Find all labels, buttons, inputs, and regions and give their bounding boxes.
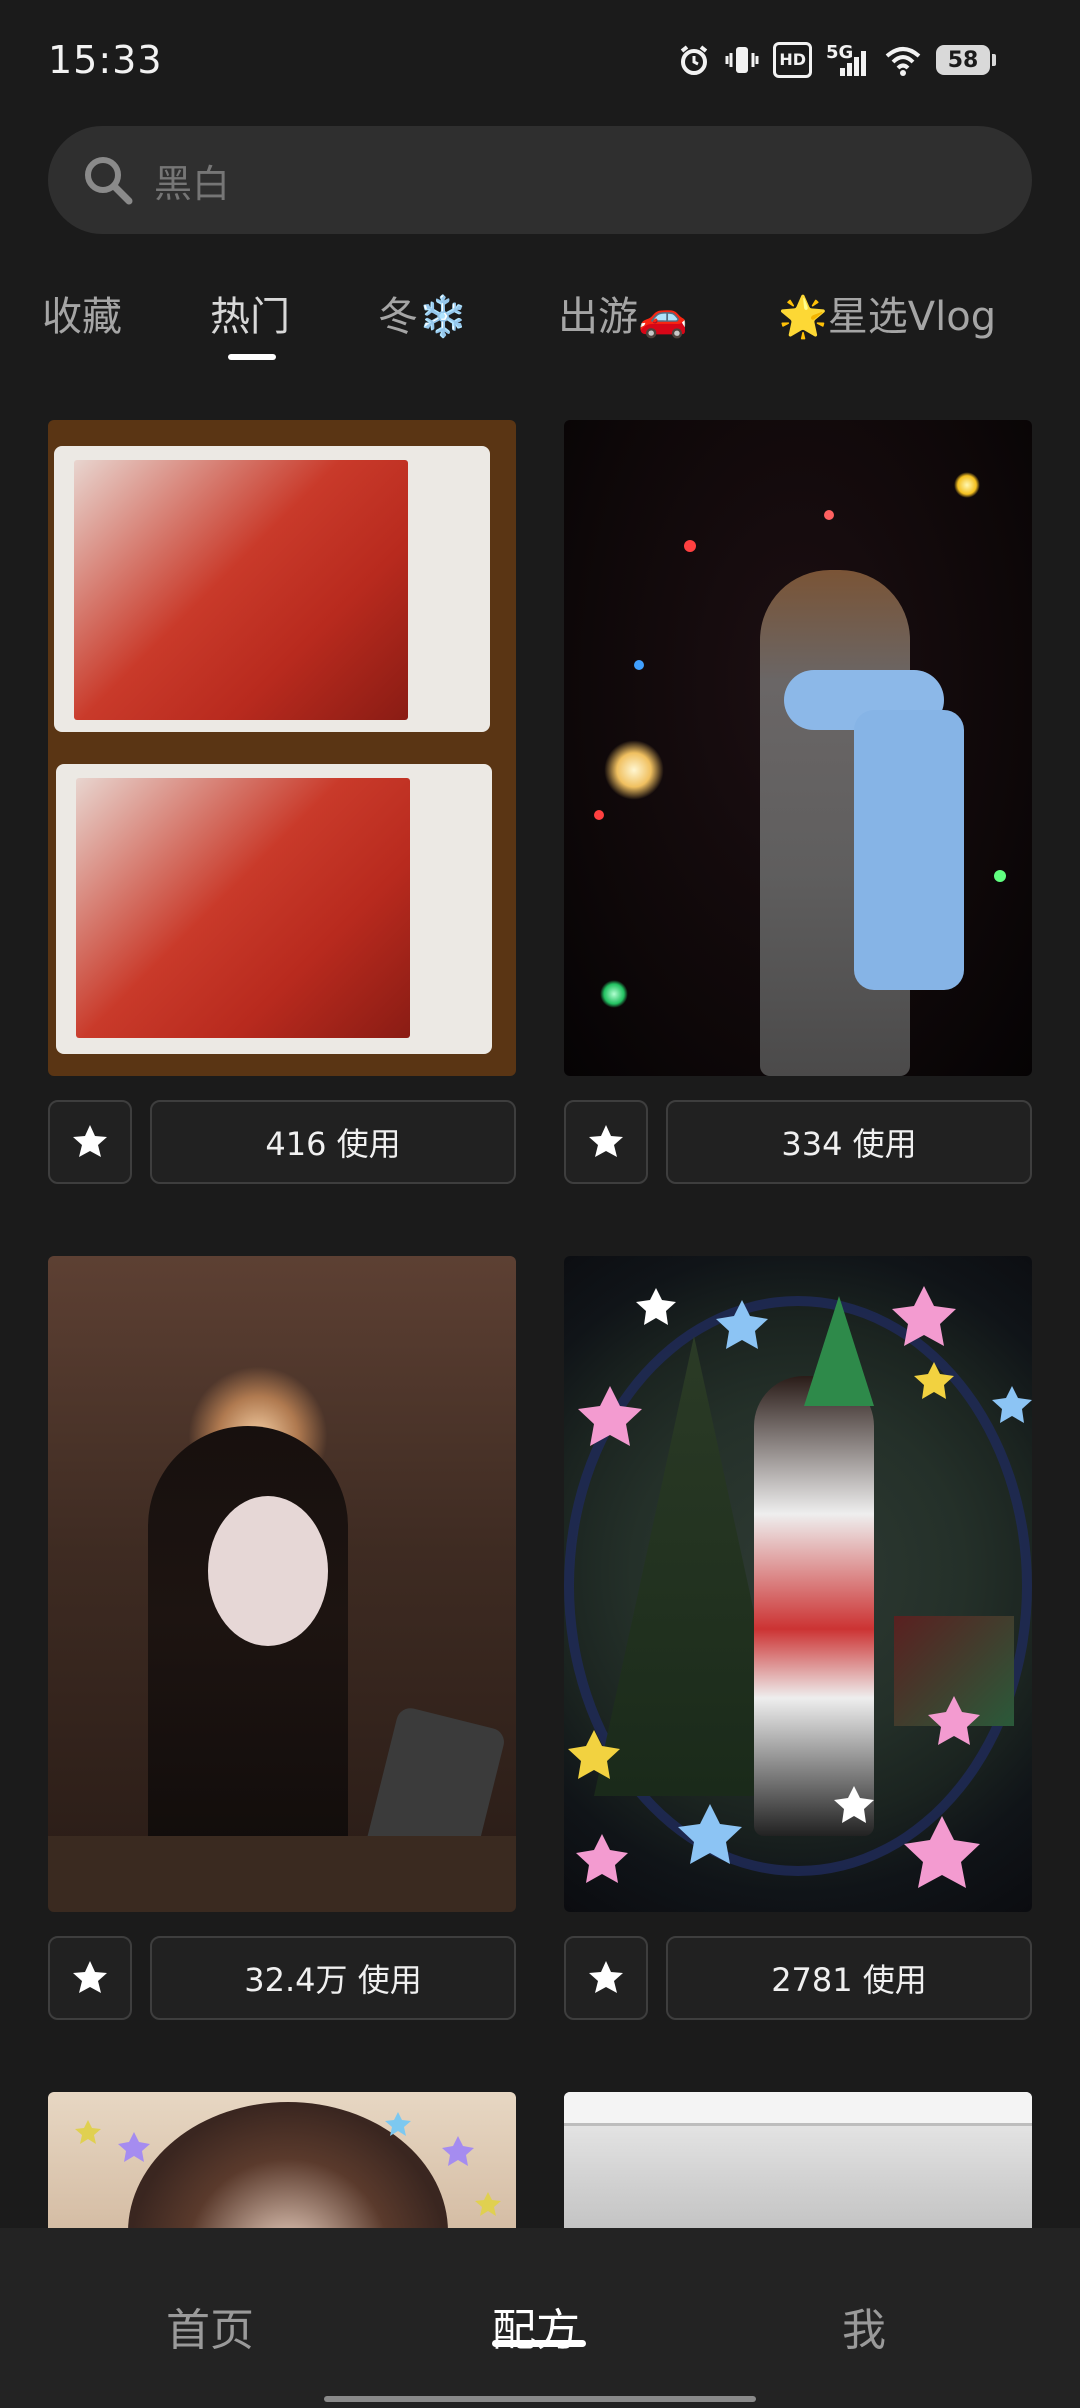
battery-icon: 58 [936, 45, 996, 75]
favorite-button[interactable] [564, 1936, 648, 2020]
tab-active-indicator [228, 354, 276, 360]
star-stickers [75, 2112, 501, 2216]
table [48, 1836, 516, 1912]
ceiling [564, 2092, 1032, 2126]
sparkle [824, 510, 834, 520]
use-button[interactable]: 334 使用 [666, 1100, 1032, 1184]
bottom-navigation: 首页 配方 我 [0, 2228, 1080, 2408]
sparkle [634, 660, 644, 670]
favorite-button[interactable] [48, 1100, 132, 1184]
recipe-thumbnail[interactable] [48, 1256, 516, 1912]
sparkle [994, 870, 1006, 882]
photo [76, 778, 410, 1038]
star-icon [73, 1125, 107, 1157]
tab-popular[interactable]: 热门 [210, 284, 290, 342]
recipe-thumbnail[interactable] [48, 420, 516, 1076]
tab-winter[interactable]: 冬❄️ [378, 284, 468, 342]
hd-icon: HD [773, 42, 812, 78]
recipe-thumbnail[interactable] [564, 420, 1032, 1076]
tab-favorites[interactable]: 收藏 [42, 284, 122, 342]
alarm-icon [677, 42, 711, 78]
status-bar: 15:33 HD 5G 58 [0, 0, 1080, 120]
face [208, 1496, 328, 1646]
search-bar[interactable]: 黑白 [48, 126, 1032, 234]
vibrate-icon [725, 42, 759, 78]
photo [74, 460, 408, 720]
star-stickers [568, 1286, 1032, 1888]
star-icon [73, 1961, 107, 1993]
nav-home[interactable]: 首页 [166, 2294, 254, 2358]
person-silhouette [148, 1426, 348, 1906]
search-input[interactable]: 黑白 [154, 153, 230, 208]
status-icons: HD 5G 58 [677, 42, 996, 78]
tab-outing[interactable]: 出游🚗 [558, 284, 688, 342]
nav-me[interactable]: 我 [842, 2294, 886, 2358]
app-screen: 15:33 HD 5G 58 黑白 收藏 热门 冬❄️ 出游🚗 🌟星选Vlog … [0, 0, 1080, 2408]
favorite-button[interactable] [564, 1100, 648, 1184]
recipe-thumbnail[interactable] [564, 1256, 1032, 1912]
search-icon [80, 152, 136, 208]
tab-star-vlog[interactable]: 🌟星选Vlog [778, 284, 996, 342]
sparkle [600, 980, 628, 1008]
use-button[interactable]: 2781 使用 [666, 1936, 1032, 2020]
star-icon [589, 1961, 623, 1993]
5g-signal-icon: 5G [826, 42, 870, 78]
status-time: 15:33 [48, 38, 163, 82]
wifi-icon [884, 42, 922, 78]
category-tabs: 收藏 热门 冬❄️ 出游🚗 🌟星选Vlog [0, 270, 1080, 380]
favorite-button[interactable] [48, 1936, 132, 2020]
nav-recipes[interactable]: 配方 [492, 2294, 580, 2358]
sparkle [594, 810, 604, 820]
sparkle [954, 472, 980, 498]
polaroid-frame [54, 446, 490, 732]
nav-active-indicator [492, 2340, 586, 2347]
sparkler [604, 740, 664, 800]
use-button[interactable]: 32.4万 使用 [150, 1936, 516, 2020]
polaroid-frame [56, 764, 492, 1054]
sparkle [684, 540, 696, 552]
blue-scarf [854, 710, 964, 990]
star-icon [589, 1125, 623, 1157]
home-indicator[interactable] [324, 2396, 756, 2402]
use-button[interactable]: 416 使用 [150, 1100, 516, 1184]
